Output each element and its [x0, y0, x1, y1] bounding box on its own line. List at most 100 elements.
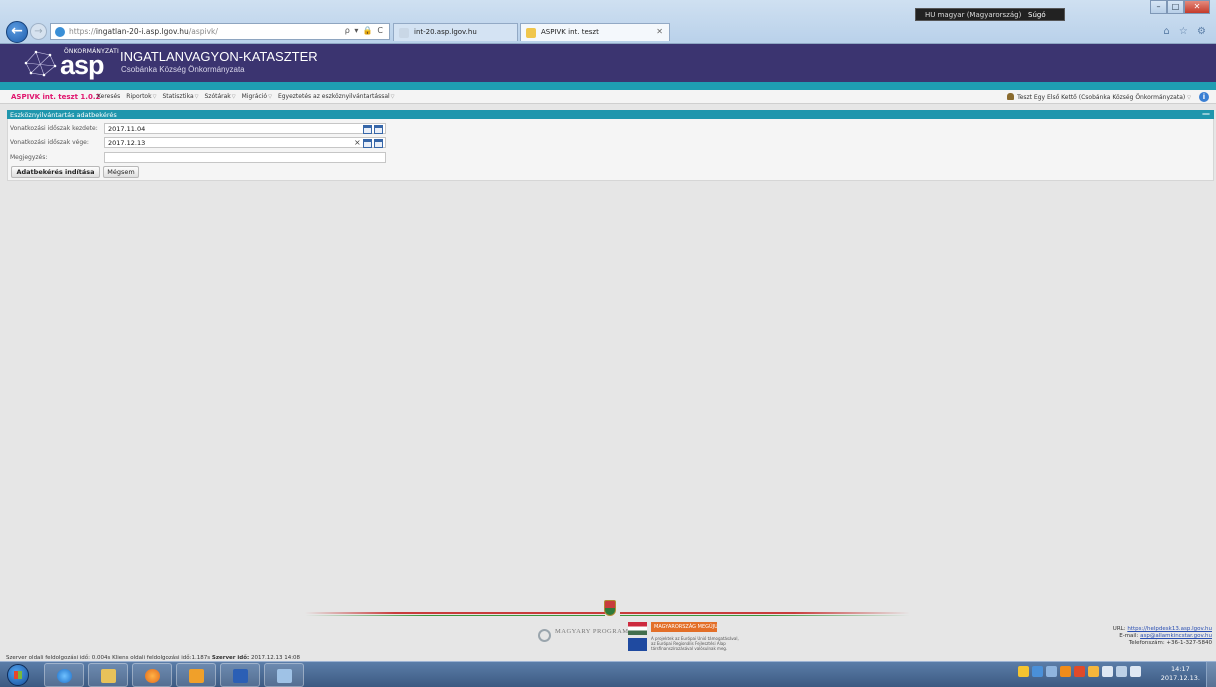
collapse-panel-icon[interactable]: —: [1202, 110, 1210, 118]
footer-divider-left: [305, 612, 605, 614]
app-subtitle: Csobánka Község Önkormányzata: [121, 65, 245, 74]
chevron-down-icon: ▽: [390, 94, 395, 100]
nav-item-1[interactable]: Riportok▽: [126, 93, 156, 100]
browser-tab-2[interactable]: ASPIVK int. teszt ✕: [520, 23, 670, 41]
start-button[interactable]: [7, 664, 29, 686]
logo-asp: asp: [60, 50, 105, 80]
minimize-button[interactable]: –: [1150, 0, 1167, 14]
browser-toolbar-icons[interactable]: ⌂ ☆ ⚙: [1163, 26, 1209, 37]
start-date-label: Vonatkozási időszak kezdete:: [10, 125, 98, 132]
nav-item-label: Migráció: [241, 93, 268, 100]
nav-item-4[interactable]: Migráció▽: [242, 93, 272, 100]
network-icon[interactable]: [1116, 666, 1127, 677]
back-button[interactable]: ←: [6, 21, 28, 43]
hsz-banner: MAGYARORSZÁG MEGÚJUL: [651, 622, 717, 632]
chevron-down-icon: ▽: [194, 94, 199, 100]
clock-time: 14:17: [1170, 665, 1190, 673]
language-bar[interactable]: HU magyar (Magyarország) Súgó: [915, 8, 1065, 21]
eu-flag-icon: [628, 638, 647, 651]
taskbar-word[interactable]: [220, 663, 260, 687]
word-icon: [233, 669, 248, 683]
nav-item-3[interactable]: Szótárak▽: [205, 93, 236, 100]
calendar-range-icon[interactable]: [374, 139, 383, 148]
email-label: E-mail:: [1119, 633, 1139, 639]
start-date-field[interactable]: 2017.11.04: [104, 123, 386, 134]
coat-of-arms-icon: [604, 600, 616, 616]
tab-label: int-20.asp.lgov.hu: [414, 28, 477, 36]
note-field[interactable]: [104, 152, 386, 163]
taskbar-ie[interactable]: [44, 663, 84, 687]
clock[interactable]: 14:17 2017.12.13.: [1161, 665, 1200, 683]
panel-header: Eszköznyilvántartás adatbekérés —: [7, 110, 1214, 119]
browser-chrome: ← → https://ingatlan-20-i.asp.lgov.hu/as…: [0, 0, 1216, 44]
helpdesk-link[interactable]: https://helpdesk13.asp.lgov.hu: [1127, 626, 1212, 632]
taskbar-explorer[interactable]: [88, 663, 128, 687]
user-menu[interactable]: Teszt Egy Első Kettő (Csobánka Község Ön…: [1007, 93, 1191, 101]
folder-icon: [101, 669, 116, 683]
nav-item-label: Statisztika: [162, 93, 194, 100]
page-icon: [399, 28, 409, 38]
note-label: Megjegyzés:: [10, 154, 48, 161]
taskbar-media[interactable]: [132, 663, 172, 687]
flag-icon[interactable]: [1102, 666, 1113, 677]
nav-item-label: Szótárak: [204, 93, 231, 100]
panel-title: Eszköznyilvántartás adatbekérés: [10, 111, 117, 119]
taskbar-outlook[interactable]: [176, 663, 216, 687]
app-version-link[interactable]: ASPIVK int. teszt 1.0.2: [11, 93, 100, 101]
network-logo-icon: [24, 50, 57, 77]
tab-label: ASPIVK int. teszt: [541, 28, 599, 36]
tray-icon[interactable]: [1074, 666, 1085, 677]
email-link[interactable]: asp@allamkincstar.gov.hu: [1140, 633, 1212, 639]
start-request-button[interactable]: Adatbekérés indítása: [11, 166, 100, 178]
nav-menu: Keresés Riportok▽ Statisztika▽ Szótárak▽ Mig…: [97, 93, 395, 100]
clock-date: 2017.12.13.: [1160, 674, 1200, 682]
ie-icon: [55, 27, 65, 37]
tray-icon[interactable]: [1088, 666, 1099, 677]
app-header: ÖNKORMÁNYZATI asp INGATLANVAGYON-KATASZT…: [0, 44, 1216, 82]
tray-icon[interactable]: [1032, 666, 1043, 677]
nav-item-5[interactable]: Egyeztetés az eszköznyilvántartással▽: [278, 93, 395, 100]
nav-item-label: Keresés: [97, 93, 121, 100]
url-label: URL:: [1112, 626, 1126, 632]
language-label: HU magyar (Magyarország): [925, 11, 1022, 19]
phone-text: Telefonszám: +36-1-327-5840: [1128, 640, 1212, 646]
close-window-button[interactable]: ✕: [1184, 0, 1210, 14]
address-tools[interactable]: ρ ▾ 🔒 C: [345, 26, 384, 35]
address-url[interactable]: https://ingatlan-20-i.asp.lgov.hu/aspivk…: [69, 27, 218, 36]
contact-info: URL: https://helpdesk13.asp.lgov.hu E-ma…: [1113, 626, 1212, 647]
chevron-down-icon: ▽: [268, 94, 272, 100]
volume-icon[interactable]: [1130, 666, 1141, 677]
footer-divider-right: [620, 612, 910, 614]
window-icon: [277, 669, 292, 683]
help-label[interactable]: Súgó: [1028, 11, 1046, 19]
hungarian-flag-icon: [628, 622, 647, 635]
tray-icon[interactable]: [1018, 666, 1029, 677]
calendar-range-icon[interactable]: [374, 125, 383, 134]
close-tab-icon[interactable]: ✕: [656, 27, 663, 36]
calendar-icon[interactable]: [363, 125, 372, 134]
user-name: Teszt Egy Első Kettő (Csobánka Község Ön…: [1017, 94, 1186, 101]
system-tray[interactable]: [1018, 666, 1141, 677]
nav-item-0[interactable]: Keresés: [97, 93, 120, 100]
forward-button[interactable]: →: [30, 23, 47, 40]
magyary-icon: [538, 629, 551, 642]
magyary-text: MAGYARY PROGRAM: [555, 628, 629, 635]
end-date-field[interactable]: 2017.12.13: [104, 137, 386, 148]
info-icon[interactable]: i: [1199, 92, 1209, 102]
window-controls: – □ ✕: [1150, 0, 1210, 14]
address-bar[interactable]: https://ingatlan-20-i.asp.lgov.hu/aspivk…: [50, 23, 390, 40]
taskbar-app[interactable]: [264, 663, 304, 687]
header-divider: [0, 82, 1216, 90]
nav-item-label: Egyeztetés az eszköznyilvántartással: [277, 93, 390, 100]
cancel-button[interactable]: Mégsem: [103, 166, 139, 178]
browser-tab-1[interactable]: int-20.asp.lgov.hu: [393, 23, 518, 41]
tray-icon[interactable]: [1060, 666, 1071, 677]
tray-icon[interactable]: [1046, 666, 1057, 677]
clear-icon[interactable]: ×: [354, 138, 361, 147]
maximize-button[interactable]: □: [1167, 0, 1184, 14]
show-desktop-button[interactable]: [1206, 662, 1216, 687]
nav-item-2[interactable]: Statisztika▽: [162, 93, 198, 100]
outlook-icon: [189, 669, 204, 683]
calendar-icon[interactable]: [363, 139, 372, 148]
app-title: INGATLANVAGYON-KATASZTER: [120, 49, 318, 64]
